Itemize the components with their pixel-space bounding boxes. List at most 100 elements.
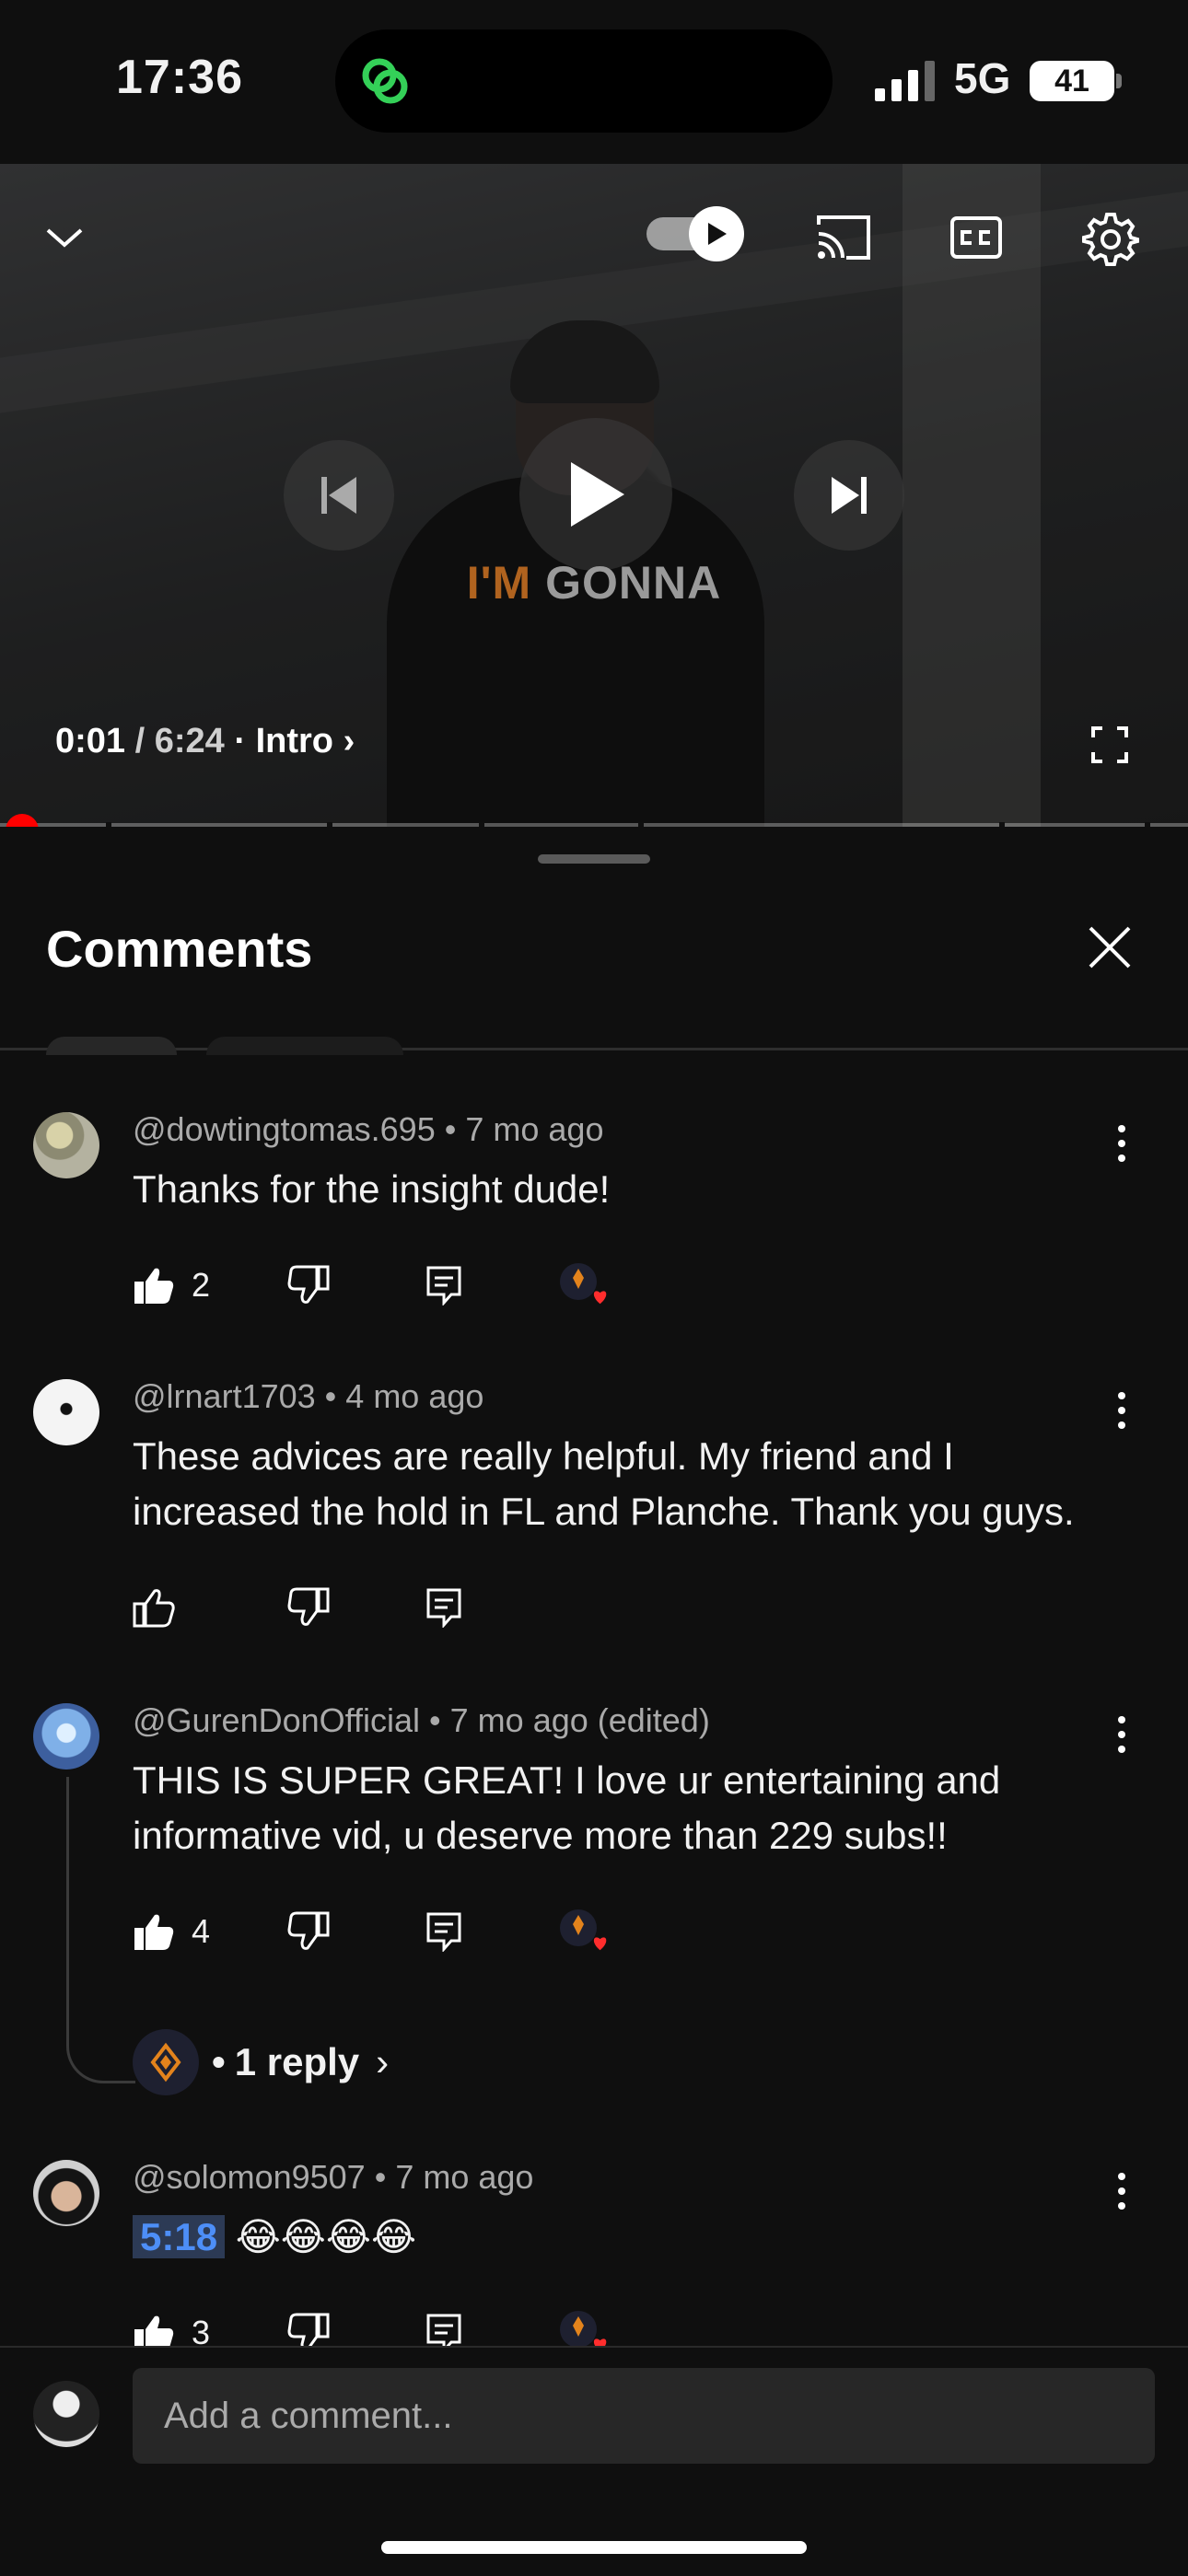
play-button[interactable] [519,418,672,571]
previous-video-button[interactable] [284,440,394,551]
comment-meta: @lrnart1703 • 4 mo ago [133,1377,483,1416]
comment-author[interactable]: @dowtingtomas.695 [133,1110,436,1148]
comment-composer [0,2346,1188,2576]
creator-logo-icon [150,2042,181,2083]
comments-title: Comments [46,920,313,978]
thread-connector [66,1777,135,2083]
cast-button[interactable] [810,204,877,271]
previous-icon [321,477,356,514]
comment-age: 4 mo ago [345,1377,484,1415]
reply-button[interactable] [425,1904,462,1959]
like-count: 2 [192,1266,211,1304]
fullscreen-button[interactable] [1087,722,1133,768]
comment-author[interactable]: @lrnart1703 [133,1377,316,1415]
captions-button[interactable] [943,204,1009,271]
battery-tip [1116,74,1122,88]
reply-icon [426,2314,461,2350]
sort-chip[interactable] [206,1037,403,1055]
settings-gear-icon [1082,213,1139,266]
battery-indicator: 41 [1030,61,1114,101]
comment-author[interactable]: @solomon9507 [133,2158,366,2196]
cast-icon [817,215,870,260]
caption-word-2: GONNA [545,557,722,609]
comment-text: THIS IS SUPER GREAT! I love ur entertain… [133,1758,1001,1857]
comment-age: 7 mo ago [395,2158,534,2196]
creator-heart-badge [556,1904,623,1959]
close-comments-button[interactable] [1085,922,1135,972]
chapter-title[interactable]: Intro [256,722,333,760]
cellular-signal-icon [875,61,935,101]
creator-heart-badge [556,1258,623,1313]
comment-emoji: 😂😂😂😂 [235,2215,417,2258]
autoplay-knob [689,206,744,261]
network-type: 5G [954,54,1011,102]
avatar[interactable] [33,2160,99,2226]
dislike-button[interactable] [287,1258,330,1313]
thumb-down-icon [287,1265,330,1304]
thumb-down-icon [287,1587,330,1626]
next-video-button[interactable] [794,440,904,551]
comment-age: 7 mo ago [465,1110,604,1148]
reply-button[interactable] [425,1580,462,1635]
reply-bullet: • [212,2040,226,2083]
autoplay-toggle[interactable] [643,204,748,263]
comment-author[interactable]: @GurenDonOfficial [133,1701,420,1739]
thumb-down-icon [287,1911,330,1950]
dislike-button[interactable] [287,1904,330,1959]
like-button[interactable]: 2 [133,1258,210,1313]
thumb-up-icon [133,1589,175,1628]
user-avatar[interactable] [33,2381,99,2447]
reply-button[interactable] [425,1258,462,1313]
reply-icon [426,1266,461,1305]
reply-icon [426,1912,461,1952]
autoplay-icon [708,223,727,245]
comment-actions [133,1580,777,1635]
burned-in-caption: I'M GONNA [0,556,1188,609]
like-button[interactable]: 3 [133,2305,210,2350]
reply-button[interactable] [425,2305,462,2350]
timestamp-link[interactable]: 5:18 [133,2215,226,2258]
comment-actions: 4 [133,1904,777,1959]
creator-heart-icon [560,2311,607,2350]
creator-heart-icon [560,1909,607,1951]
settings-button[interactable] [1076,204,1146,274]
comments-panel: Comments @dowtingtomas.695 • 7 mo ago Th… [0,827,1188,2574]
avatar[interactable] [33,1379,99,1445]
video-player[interactable]: I'M GONNA 0:01 / 6:24 · Intro › [0,164,1188,827]
reply-count: 1 reply [234,2040,360,2083]
view-replies-button[interactable]: • 1 reply › [133,2029,389,2095]
creator-heart-icon [560,1263,607,1305]
play-icon [571,462,624,527]
avatar[interactable] [33,1112,99,1178]
creator-heart-badge [556,2305,623,2350]
thumb-up-icon [134,1268,174,1304]
sheet-drag-handle[interactable] [538,854,650,864]
cc-icon [950,216,1002,259]
comment-text: 5:18 😂😂😂😂 [133,2210,1127,2265]
status-time: 17:36 [116,51,243,104]
meta-separator: • [374,2158,387,2196]
total-duration: 6:24 [154,722,225,760]
dynamic-island [335,29,833,133]
comment-meta: @solomon9507 • 7 mo ago [133,2158,533,2197]
dislike-button[interactable] [287,2305,330,2350]
add-comment-input[interactable] [133,2368,1155,2464]
comment-meta: @GurenDonOfficial • 7 mo ago (edited) [133,1701,710,1740]
like-button[interactable]: 4 [133,1904,210,1959]
linked-rings-icon [362,58,408,104]
reply-icon [426,1588,461,1628]
sort-chip[interactable] [46,1037,177,1055]
dislike-button[interactable] [287,1580,330,1635]
chevron-right-icon: › [376,2040,390,2083]
fullscreen-icon [1091,726,1128,763]
like-button[interactable] [133,1580,175,1635]
collapse-player-button[interactable] [37,210,92,265]
current-time: 0:01 [55,722,126,760]
comment-text: Thanks for the insight dude! [133,1167,611,1211]
comment-text: These advices are really helpful. My fri… [133,1434,1075,1533]
home-indicator [381,2541,807,2554]
time-display[interactable]: 0:01 / 6:24 · Intro › [55,722,355,761]
avatar[interactable] [33,1703,99,1770]
chevron-down-icon [46,228,83,248]
caption-word-1: I'M [466,557,532,609]
